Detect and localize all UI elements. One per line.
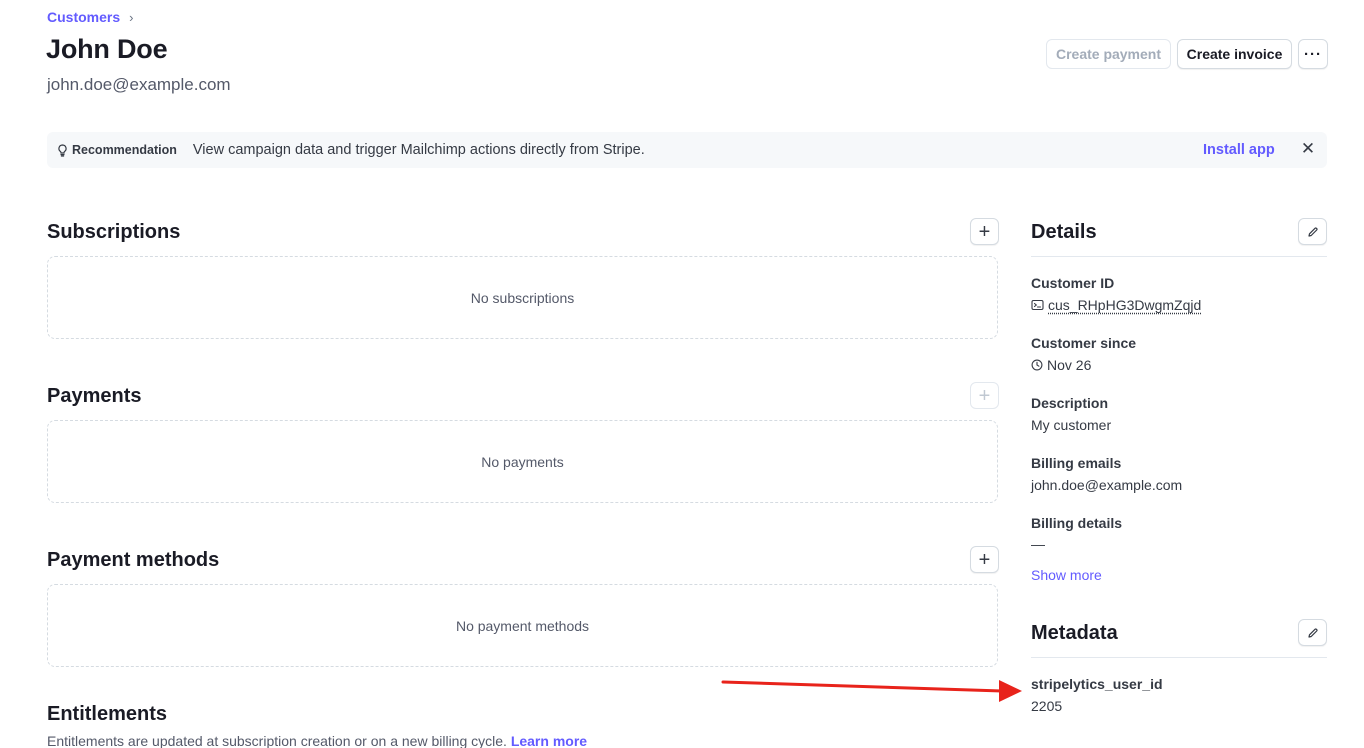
lightbulb-icon — [57, 143, 68, 157]
billing-emails-value: john.doe@example.com — [1031, 477, 1183, 493]
details-divider — [1031, 256, 1327, 257]
recommendation-text: View campaign data and trigger Mailchimp… — [192, 142, 645, 158]
customer-since-label: Customer since — [1031, 335, 1137, 351]
details-heading: Details — [1031, 221, 1097, 243]
edit-details-button[interactable] — [1298, 218, 1327, 245]
metadata-key: stripelytics_user_id — [1031, 676, 1163, 692]
payments-empty-text: No payments — [481, 453, 564, 470]
ellipsis-icon: ··· — [1304, 45, 1322, 63]
install-app-link[interactable]: Install app — [1203, 142, 1275, 158]
page-title: John Doe — [46, 34, 168, 64]
customer-since-text: Nov 26 — [1047, 357, 1092, 373]
plus-icon: + — [978, 548, 991, 571]
customer-id-text: cus_RHpHG3DwgmZqjd — [1048, 297, 1202, 313]
breadcrumb-customers-link[interactable]: Customers — [47, 9, 120, 25]
pencil-icon — [1307, 226, 1319, 238]
learn-more-link[interactable]: Learn more — [511, 733, 587, 748]
billing-details-value: — — [1031, 536, 1045, 552]
subscriptions-empty-text: No subscriptions — [470, 289, 575, 306]
add-subscription-button[interactable]: + — [970, 218, 999, 245]
terminal-icon — [1031, 299, 1044, 311]
payment-methods-empty-text: No payment methods — [455, 617, 590, 634]
description-label: Description — [1031, 395, 1109, 411]
payments-heading: Payments — [47, 385, 142, 407]
create-invoice-button[interactable]: Create invoice — [1177, 39, 1292, 69]
payment-methods-empty-state: No payment methods — [47, 584, 998, 667]
chevron-right-icon: › — [129, 9, 134, 25]
add-payment-method-button[interactable]: + — [970, 546, 999, 573]
entitlements-description: Entitlements are updated at subscription… — [47, 733, 587, 748]
pencil-icon — [1307, 627, 1319, 639]
plus-icon: + — [978, 220, 991, 243]
metadata-heading: Metadata — [1031, 622, 1118, 644]
metadata-value: 2205 — [1031, 698, 1063, 714]
breadcrumb: Customers › — [47, 9, 133, 25]
recommendation-banner: Recommendation View campaign data and tr… — [47, 132, 1327, 168]
create-payment-button[interactable]: Create payment — [1046, 39, 1171, 69]
recommendation-label: Recommendation — [72, 143, 177, 157]
billing-details-label: Billing details — [1031, 515, 1123, 531]
more-options-button[interactable]: ··· — [1298, 39, 1328, 69]
add-payment-button[interactable]: + — [970, 382, 999, 409]
annotation-arrow-icon — [721, 680, 1022, 702]
show-more-link[interactable]: Show more — [1031, 567, 1102, 583]
customer-email: john.doe@example.com — [47, 75, 231, 94]
plus-icon: + — [978, 384, 991, 407]
customer-id-value[interactable]: cus_RHpHG3DwgmZqjd — [1031, 297, 1201, 313]
payment-methods-heading: Payment methods — [47, 549, 220, 571]
entitlements-description-text: Entitlements are updated at subscription… — [47, 733, 507, 748]
edit-metadata-button[interactable] — [1298, 619, 1327, 646]
description-value: My customer — [1031, 417, 1112, 433]
clock-icon — [1031, 359, 1043, 371]
subscriptions-heading: Subscriptions — [47, 221, 181, 243]
billing-emails-label: Billing emails — [1031, 455, 1122, 471]
close-icon[interactable]: ✕ — [1299, 140, 1317, 158]
metadata-divider — [1031, 657, 1327, 658]
customer-id-label: Customer ID — [1031, 275, 1115, 291]
entitlements-heading: Entitlements — [47, 703, 168, 725]
payments-empty-state: No payments — [47, 420, 998, 503]
customer-since-value: Nov 26 — [1031, 357, 1091, 373]
subscriptions-empty-state: No subscriptions — [47, 256, 998, 339]
